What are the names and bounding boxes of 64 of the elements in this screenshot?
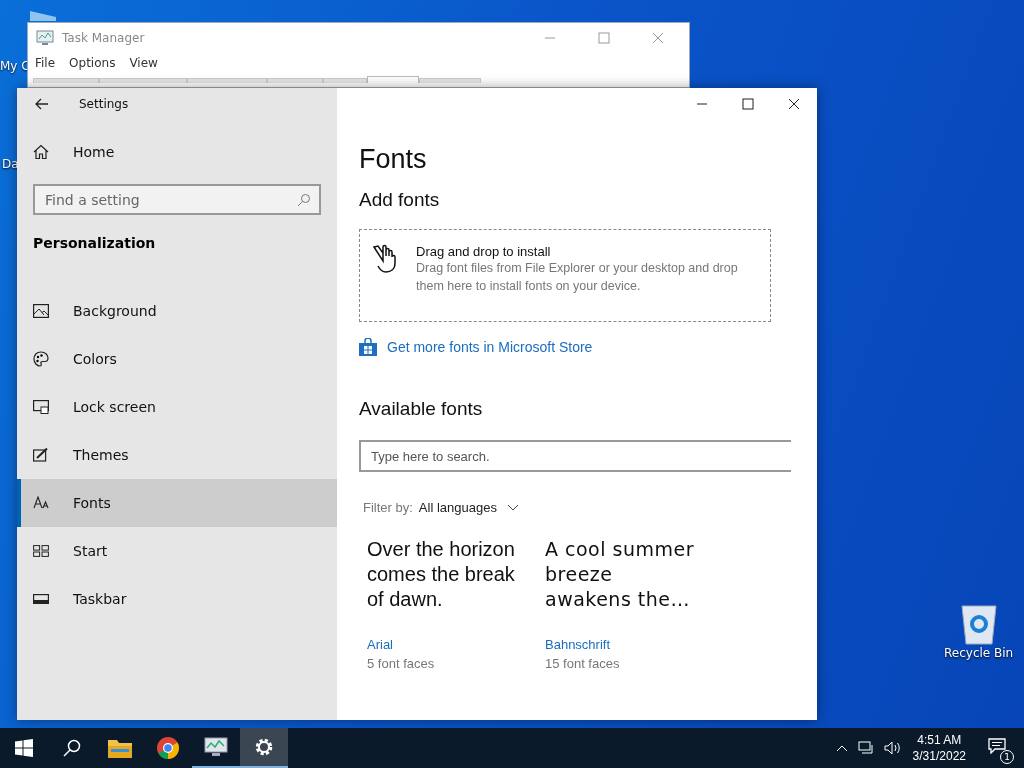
desktop-icon-label[interactable]: Recycle Bin [944, 646, 1014, 660]
palette-icon [33, 351, 49, 367]
menu-item[interactable]: View [129, 56, 158, 70]
sidebar-item[interactable]: Background [17, 287, 337, 335]
section-heading: Add fonts [359, 189, 441, 211]
desktop-icon-label[interactable]: Da [2, 157, 19, 171]
recycle-bin-icon[interactable] [958, 602, 999, 646]
chevron-down-icon[interactable] [506, 503, 519, 512]
taskbar-icon [33, 594, 49, 604]
search-field[interactable]: Find a setting [33, 184, 321, 215]
search-icon [297, 193, 311, 207]
gear-icon [254, 737, 274, 757]
drop-zone[interactable]: Drag and drop to install Drag font files from File Explorer or your desktop and drop them here to install fonts on your device. [359, 229, 771, 322]
sidebar-item[interactable]: Colors [17, 335, 337, 383]
monitor-icon [33, 400, 49, 414]
sidebar-item[interactable]: Fonts [17, 479, 337, 527]
sidebar-item[interactable]: Lock screen [17, 383, 337, 431]
search-field[interactable]: Type here to search. [359, 440, 791, 472]
font-face-count: 15 font faces [545, 656, 621, 671]
font-name[interactable]: Bahnschrift [545, 637, 697, 652]
drop-zone-title: Drag and drop to install [416, 244, 552, 259]
speaker-icon[interactable] [883, 741, 902, 755]
window-title: Settings [79, 97, 129, 111]
back-arrow-icon[interactable] [35, 98, 49, 110]
section-heading: Personalization [32, 234, 157, 253]
search-icon[interactable] [63, 739, 81, 757]
page-title: Fonts [359, 144, 428, 175]
brush-icon [33, 447, 49, 463]
sidebar-item[interactable]: Taskbar [17, 575, 337, 623]
menu-item[interactable]: Options [69, 56, 116, 70]
font-preview[interactable]: A cool summer breeze awakens the… [545, 537, 705, 631]
clock[interactable]: 4:51 AM 3/31/2022 [912, 732, 966, 764]
window-title: Task Manager [62, 31, 145, 45]
store-link[interactable]: Get more fonts in Microsoft Store [387, 339, 593, 355]
font-name[interactable]: Arial [367, 637, 519, 652]
shopping-bag-icon [359, 338, 377, 356]
windows-logo-icon[interactable] [15, 739, 33, 757]
folder-icon [108, 738, 132, 758]
filter-dropdown[interactable]: All languages [418, 500, 497, 515]
maximize-icon[interactable] [742, 98, 754, 110]
font-preview[interactable]: Over the horizon comes the break of dawn. [367, 537, 519, 631]
notification-count-badge: 1 [1000, 750, 1014, 764]
clock-date: 3/31/2022 [912, 748, 966, 764]
clock-time: 4:51 AM [917, 732, 962, 748]
font-face-count: 5 font faces [367, 656, 436, 671]
taskbar-app-button[interactable] [240, 728, 288, 768]
picture-icon [33, 304, 49, 318]
grid-icon [33, 545, 49, 557]
sidebar-item[interactable]: Start [17, 527, 337, 575]
browser-circle-icon [157, 737, 179, 759]
chevron-up-icon[interactable] [835, 744, 848, 752]
chart-monitor-icon [36, 30, 54, 46]
font-icon [33, 496, 49, 510]
network-icon[interactable] [857, 741, 874, 755]
house-icon [33, 144, 49, 160]
section-heading: Available fonts [359, 398, 484, 420]
home-nav-item[interactable]: Home [17, 128, 337, 176]
filter-label: Filter by: [363, 500, 413, 515]
close-icon[interactable] [788, 98, 800, 110]
sidebar-item[interactable]: Themes [17, 431, 337, 479]
menu-item[interactable]: File [35, 56, 56, 70]
notification-icon[interactable] [988, 738, 1006, 754]
chart-monitor-icon [204, 737, 228, 757]
drop-zone-description: Drag font files from File Explorer or your desktop and drop them here to install fonts on your device. [416, 260, 739, 295]
